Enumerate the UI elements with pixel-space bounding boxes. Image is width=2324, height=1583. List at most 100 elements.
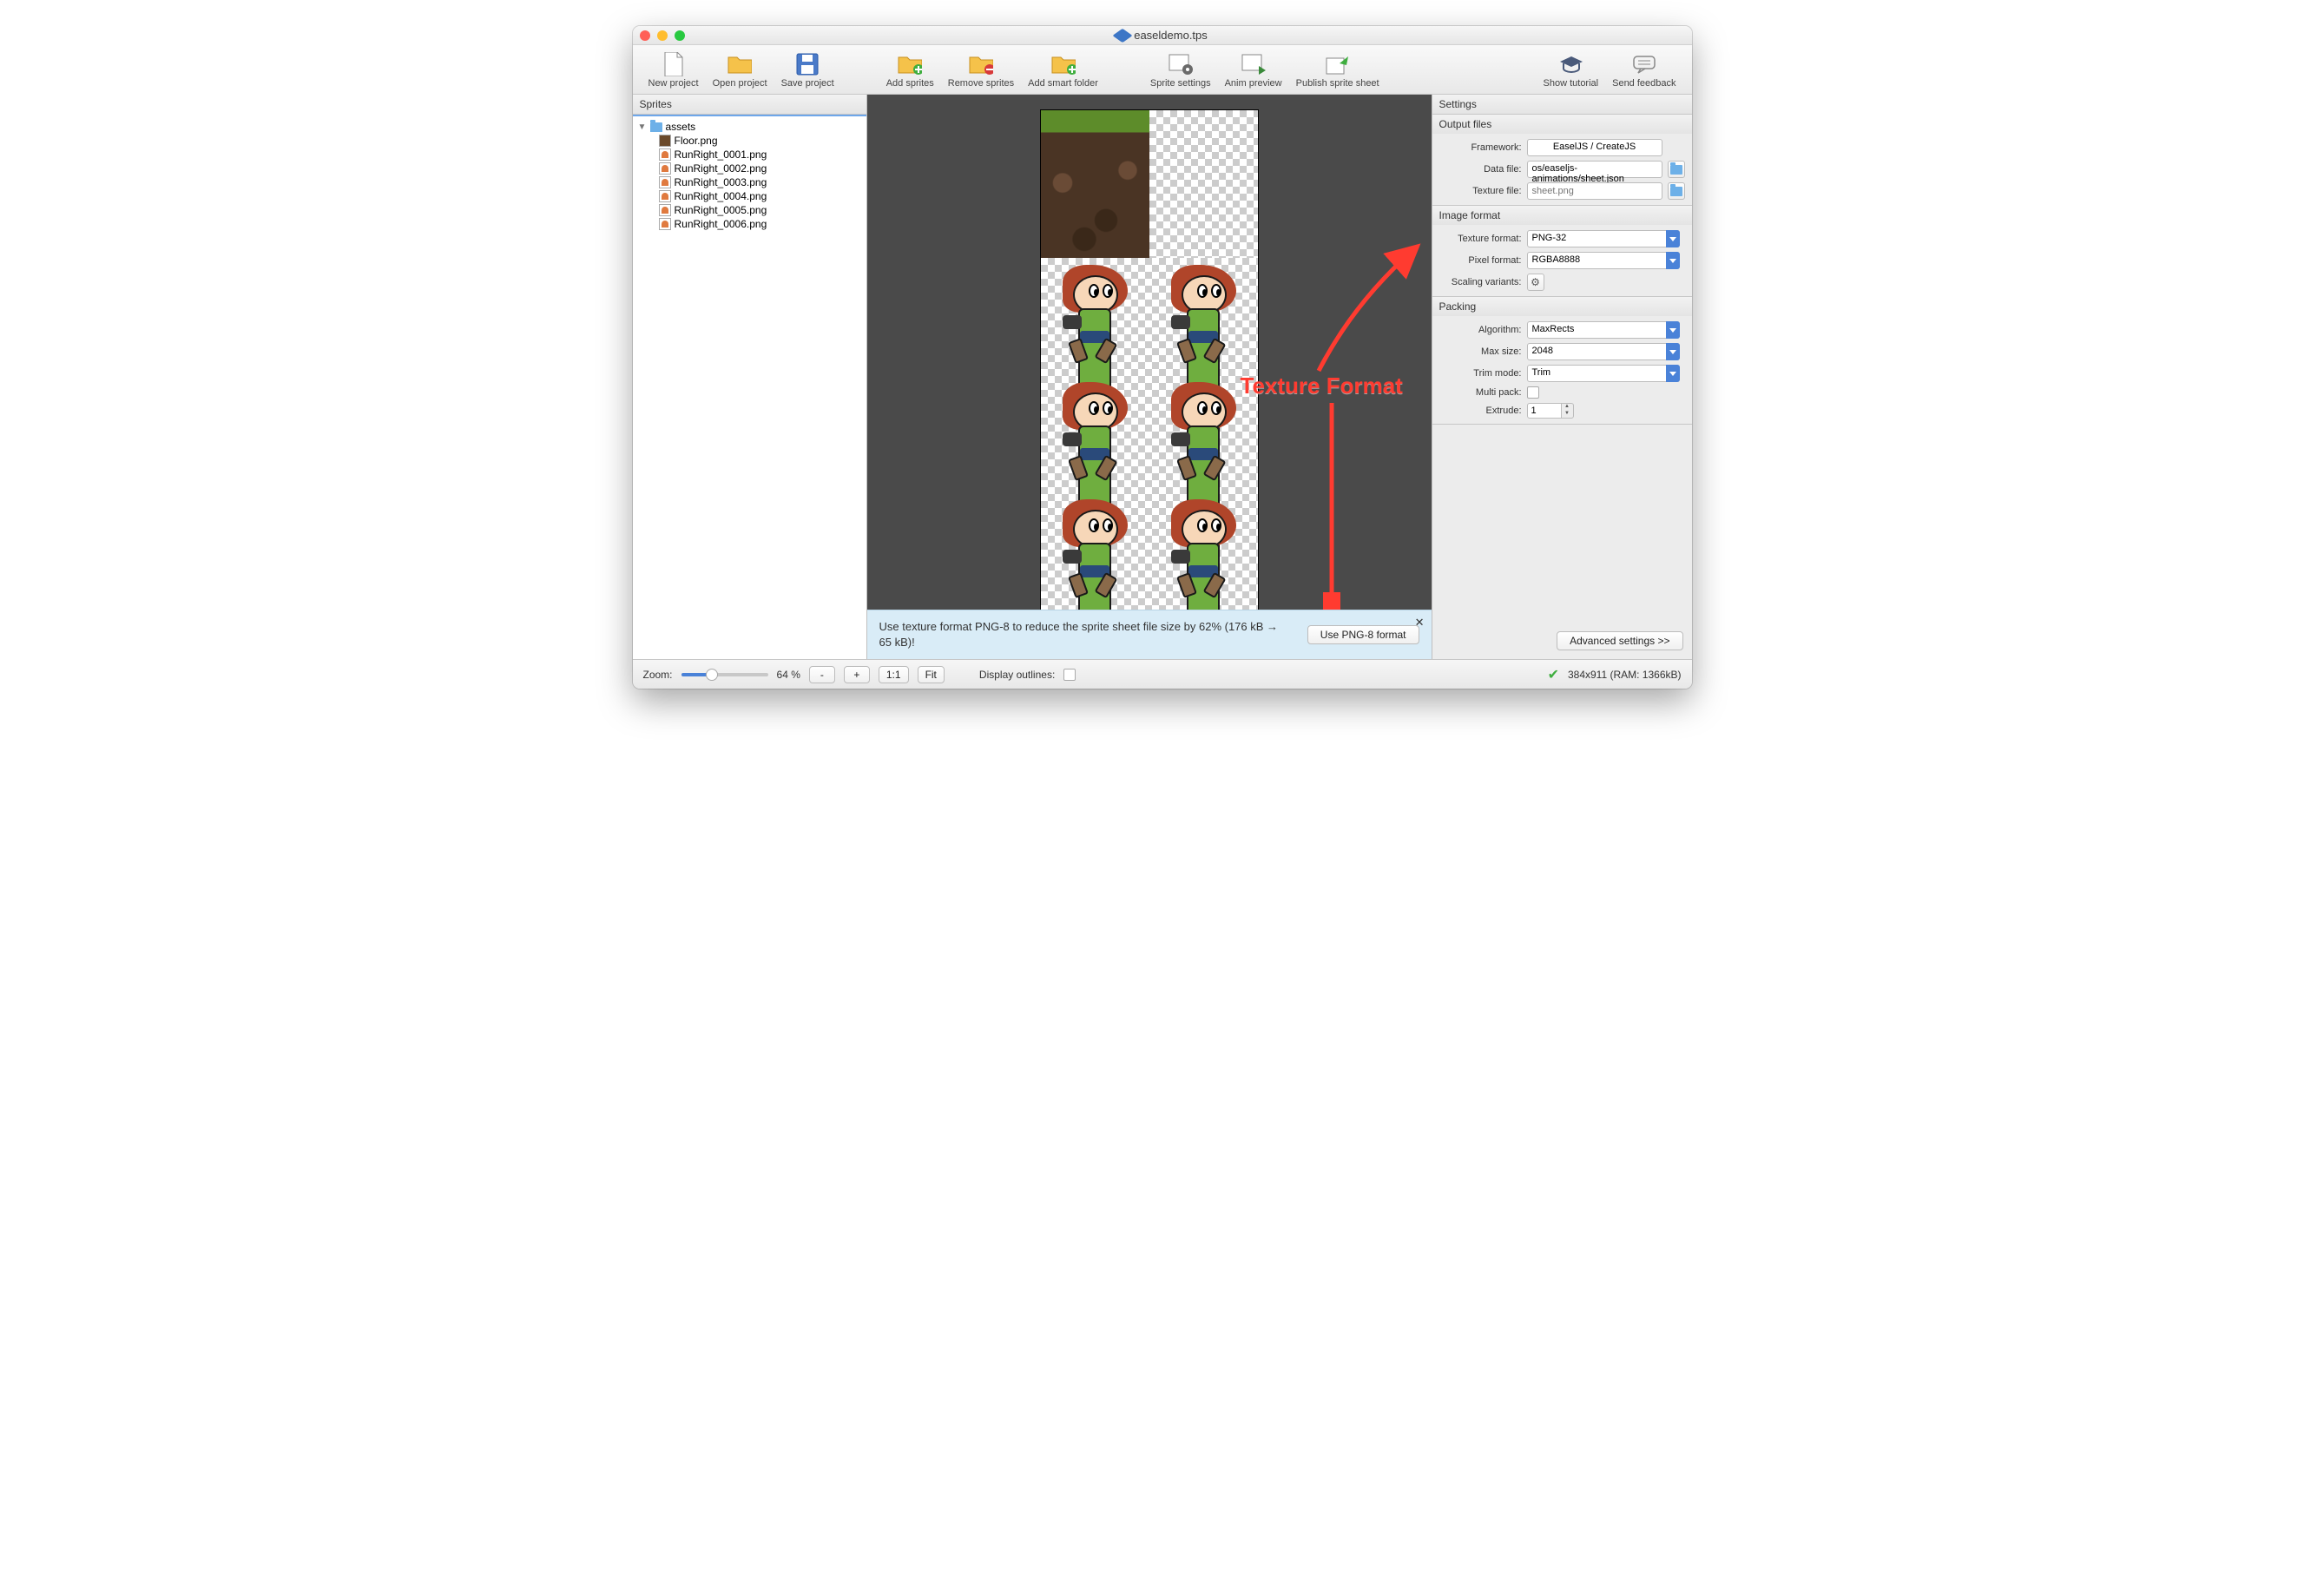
sprite-frame xyxy=(1041,375,1149,492)
zoom-fit-button[interactable]: Fit xyxy=(918,666,945,683)
texture-file-label: Texture file: xyxy=(1439,186,1522,196)
floppy-icon xyxy=(796,53,819,76)
framework-select[interactable]: EaselJS / CreateJS xyxy=(1527,139,1662,156)
chevron-down-icon xyxy=(1666,252,1680,269)
open-project-button[interactable]: Open project xyxy=(708,50,773,90)
sprite-thumbnail-icon xyxy=(659,218,671,230)
use-png8-button[interactable]: Use PNG-8 format xyxy=(1307,625,1419,644)
sprite-thumbnail-icon xyxy=(659,135,671,147)
add-smart-folder-button[interactable]: Add smart folder xyxy=(1023,50,1103,90)
sprite-thumbnail-icon xyxy=(659,148,671,161)
sheet-dimensions: 384x911 (RAM: 1366kB) xyxy=(1568,669,1682,681)
hint-bar: Use texture format PNG-8 to reduce the s… xyxy=(867,610,1432,659)
zoom-in-button[interactable]: + xyxy=(844,666,870,683)
folder-gear-plus-icon xyxy=(1051,54,1076,75)
slider-knob[interactable] xyxy=(706,669,718,681)
max-size-label: Max size: xyxy=(1439,346,1522,357)
texture-file-field[interactable] xyxy=(1527,182,1662,200)
tree-folder-assets[interactable]: ▼ assets xyxy=(633,120,866,134)
data-file-field[interactable]: os/easeljs-animations/sheet.json xyxy=(1527,161,1662,178)
browse-data-file-button[interactable] xyxy=(1668,161,1685,178)
minimize-window-button[interactable] xyxy=(657,30,668,41)
chevron-down-icon xyxy=(1666,230,1680,247)
folder-open-icon xyxy=(727,54,752,75)
toolbar: New project Open project Save project Ad… xyxy=(633,45,1692,95)
trim-mode-select[interactable]: Trim xyxy=(1527,365,1680,382)
file-icon xyxy=(663,52,684,76)
pixel-format-label: Pixel format: xyxy=(1439,255,1522,266)
output-files-header: Output files xyxy=(1432,115,1692,134)
sprite-sheet-preview[interactable] xyxy=(1041,110,1258,610)
tree-item[interactable]: RunRight_0006.png xyxy=(633,217,866,231)
tree-item[interactable]: RunRight_0002.png xyxy=(633,162,866,175)
check-icon: ✔ xyxy=(1548,666,1559,683)
tree-item[interactable]: RunRight_0005.png xyxy=(633,203,866,217)
zoom-slider[interactable] xyxy=(681,673,768,676)
extrude-label: Extrude: xyxy=(1439,406,1522,416)
sprite-thumbnail-icon xyxy=(659,204,671,216)
tree-item[interactable]: RunRight_0004.png xyxy=(633,189,866,203)
sprite-thumbnail-icon xyxy=(659,190,671,202)
algorithm-select[interactable]: MaxRects xyxy=(1527,321,1680,339)
sprite-frame xyxy=(1041,492,1149,610)
remove-sprites-button[interactable]: Remove sprites xyxy=(943,50,1019,90)
save-project-button[interactable]: Save project xyxy=(776,50,839,90)
zoom-label: Zoom: xyxy=(643,669,673,681)
canvas-area: Texture Format Use texture format PNG-8 … xyxy=(867,95,1432,659)
sprite-frame xyxy=(1149,375,1258,492)
settings-panel: Settings Output files Framework: EaselJS… xyxy=(1432,95,1692,659)
display-outlines-label: Display outlines: xyxy=(979,669,1055,681)
chevron-down-icon[interactable]: ▼ xyxy=(1562,411,1573,418)
multi-pack-label: Multi pack: xyxy=(1439,387,1522,398)
export-icon xyxy=(1326,53,1350,76)
zoom-out-button[interactable]: - xyxy=(809,666,835,683)
empty-area xyxy=(1149,110,1258,258)
close-hint-button[interactable]: ✕ xyxy=(1415,616,1425,630)
image-gear-icon xyxy=(1169,54,1193,75)
sprite-frame xyxy=(1149,258,1258,375)
data-file-label: Data file: xyxy=(1439,164,1522,175)
advanced-settings-button[interactable]: Advanced settings >> xyxy=(1557,631,1682,650)
close-window-button[interactable] xyxy=(640,30,650,41)
chevron-up-icon[interactable]: ▲ xyxy=(1562,404,1573,411)
app-icon xyxy=(1113,28,1133,42)
chevron-down-icon xyxy=(1666,343,1680,360)
packing-header: Packing xyxy=(1432,297,1692,316)
hint-message: Use texture format PNG-8 to reduce the s… xyxy=(879,619,1290,650)
tree-item[interactable]: RunRight_0003.png xyxy=(633,175,866,189)
sprite-thumbnail-icon xyxy=(659,176,671,188)
pixel-format-select[interactable]: RGBA8888 xyxy=(1527,252,1680,269)
multi-pack-checkbox[interactable] xyxy=(1527,386,1539,399)
statusbar: Zoom: 64 % - + 1:1 Fit Display outlines:… xyxy=(633,659,1692,689)
folder-icon xyxy=(650,122,662,132)
sprites-panel-title: Sprites xyxy=(633,95,866,115)
publish-button[interactable]: Publish sprite sheet xyxy=(1291,50,1385,90)
tree-item[interactable]: RunRight_0001.png xyxy=(633,148,866,162)
zoom-window-button[interactable] xyxy=(675,30,685,41)
texture-format-select[interactable]: PNG-32 xyxy=(1527,230,1680,247)
algorithm-label: Algorithm: xyxy=(1439,325,1522,335)
chevron-down-icon xyxy=(1666,321,1680,339)
zoom-1to1-button[interactable]: 1:1 xyxy=(879,666,909,683)
framework-label: Framework: xyxy=(1439,142,1522,153)
new-project-button[interactable]: New project xyxy=(643,50,704,90)
speech-bubble-icon xyxy=(1632,55,1656,74)
sprite-thumbnail-icon xyxy=(659,162,671,175)
sprite-frame xyxy=(1041,258,1149,375)
show-tutorial-button[interactable]: Show tutorial xyxy=(1538,50,1604,90)
disclosure-triangle-icon[interactable]: ▼ xyxy=(638,122,647,132)
sprites-panel: Sprites ▼ assets Floor.png RunRight_0001… xyxy=(633,95,867,659)
sprite-settings-button[interactable]: Sprite settings xyxy=(1145,50,1216,90)
max-size-select[interactable]: 2048 xyxy=(1527,343,1680,360)
texture-format-label: Texture format: xyxy=(1439,234,1522,244)
tree-item[interactable]: Floor.png xyxy=(633,134,866,148)
add-sprites-button[interactable]: Add sprites xyxy=(881,50,939,90)
send-feedback-button[interactable]: Send feedback xyxy=(1607,50,1681,90)
browse-texture-file-button[interactable] xyxy=(1668,182,1685,200)
scaling-variants-button[interactable] xyxy=(1527,274,1544,291)
extrude-stepper[interactable]: ▲▼ xyxy=(1527,403,1680,419)
chevron-down-icon xyxy=(1666,365,1680,382)
sprites-tree[interactable]: ▼ assets Floor.png RunRight_0001.png Run… xyxy=(633,115,866,659)
display-outlines-checkbox[interactable] xyxy=(1063,669,1076,681)
anim-preview-button[interactable]: Anim preview xyxy=(1220,50,1287,90)
